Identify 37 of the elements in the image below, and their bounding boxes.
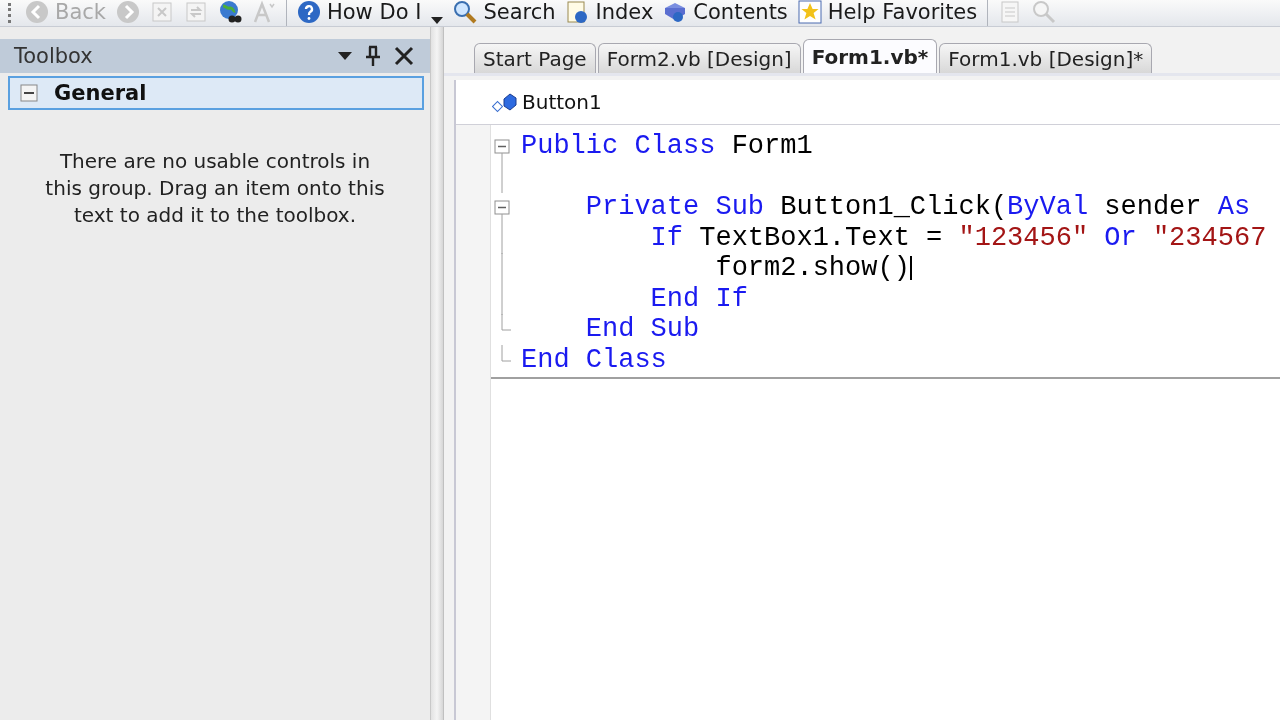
code-line: End Class: [521, 344, 667, 375]
code-line: End Sub: [584, 314, 700, 345]
collapse-icon: [20, 84, 38, 102]
document-tab[interactable]: Form2.vb [Design]: [597, 43, 801, 73]
code-line: End If: [649, 283, 748, 314]
toolbar-button[interactable]: Index: [565, 0, 654, 24]
toolbar-button[interactable]: How Do I: [297, 0, 422, 24]
dropdown-button[interactable]: [431, 17, 444, 24]
toolbar-button[interactable]: Search: [453, 0, 556, 24]
code-line: Public Class Form1: [521, 131, 813, 162]
collapse-icon[interactable]: [494, 200, 510, 215]
code-line: If TextBox1.Text = "123456" Or "234567: [649, 222, 1267, 253]
document-tab[interactable]: Form1.vb [Design]*: [939, 43, 1153, 73]
caret-icon: [431, 17, 444, 24]
page-help-icon: [565, 0, 590, 24]
pin-icon: [364, 45, 382, 67]
close-icon: [394, 46, 414, 66]
collapse-icon[interactable]: [494, 139, 510, 154]
globe-binoculars-icon: [218, 0, 242, 24]
control-icon: [492, 91, 518, 113]
search-icon: [453, 0, 478, 24]
document-tab[interactable]: Start Page: [474, 43, 596, 73]
toolbar-button[interactable]: Contents: [663, 0, 788, 24]
outline-end-line: [501, 314, 512, 331]
panel-title: Toolbox: [14, 44, 94, 68]
code-line: form2.show(): [714, 253, 912, 284]
code-line: Private Sub Button1_Click(ByVal sender As: [584, 192, 1251, 223]
outline-end-line: [501, 344, 512, 361]
toolbar-icon-button[interactable]: [218, 0, 242, 24]
help-icon: [297, 0, 321, 24]
document-tab[interactable]: Form1.vb*: [802, 39, 938, 73]
book-help-icon: [663, 0, 688, 24]
object-dropdown[interactable]: Button1: [492, 90, 602, 114]
empty-message: There are no usable controls in this group. Drag an item onto this text to add it to the toolbox.: [44, 148, 386, 229]
toolbox-group[interactable]: General: [8, 76, 424, 110]
caret-icon: [338, 52, 352, 60]
toolbar-button[interactable]: Help Favorites: [797, 0, 978, 24]
